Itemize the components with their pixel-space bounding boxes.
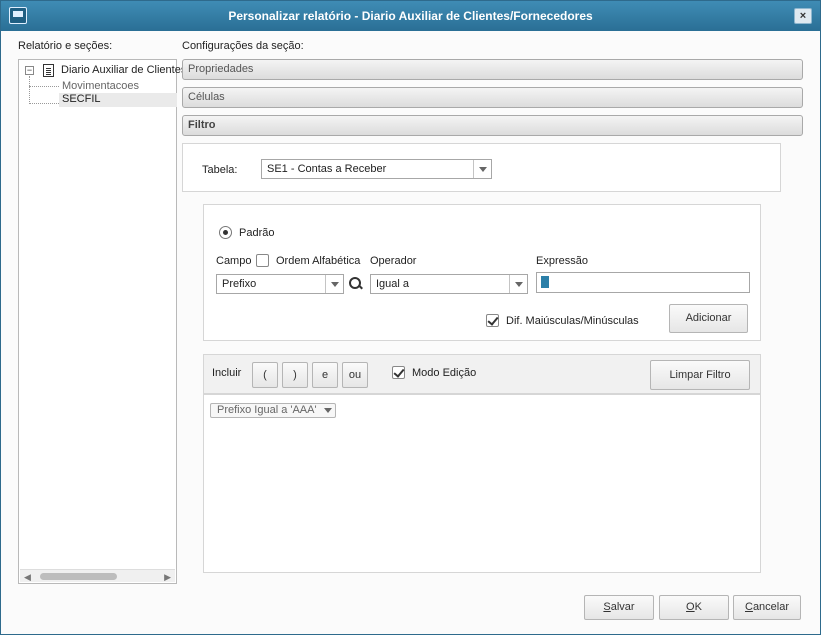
case-sensitive-label: Dif. Maiúsculas/Minúsculas [506, 315, 639, 327]
scroll-left-icon[interactable]: ◀ [24, 572, 31, 583]
table-panel: Tabela: SE1 - Contas a Receber [182, 143, 781, 192]
collapse-icon[interactable]: − [25, 66, 34, 75]
and-button[interactable]: e [312, 362, 338, 388]
scroll-thumb[interactable] [40, 573, 117, 580]
add-button[interactable]: Adicionar [669, 304, 748, 333]
save-button[interactable]: Salvar [584, 595, 654, 620]
clear-filter-button[interactable]: Limpar Filtro [650, 360, 750, 390]
cancel-button[interactable]: Cancelar [733, 595, 801, 620]
mode-label: Padrão [239, 227, 275, 239]
text-cursor [541, 276, 549, 288]
section-propriedades[interactable]: Propriedades [182, 59, 803, 80]
sections-tree-label: Relatório e seções: [18, 40, 113, 52]
filter-condition-chip[interactable]: Prefixo Igual a 'AAA' [210, 403, 336, 418]
alpha-order-checkbox[interactable] [256, 254, 269, 267]
operator-select[interactable]: Igual a [370, 274, 528, 294]
table-select-value: SE1 - Contas a Receber [267, 163, 387, 175]
search-icon[interactable] [349, 277, 363, 291]
tree-connector [29, 103, 59, 104]
include-label: Incluir [212, 367, 242, 379]
table-select[interactable]: SE1 - Contas a Receber [261, 159, 492, 179]
open-paren-button[interactable]: ( [252, 362, 278, 388]
expression-label: Expressão [536, 255, 588, 267]
filter-toolbar: Incluir ( ) e ou Modo Edição Limpar Filt… [203, 354, 761, 394]
tree-item-movimentacoes[interactable]: Movimentacoes [62, 80, 139, 92]
criteria-panel: Padrão Campo Ordem Alfabética Operador E… [203, 204, 761, 341]
filter-expression-area[interactable]: Prefixo Igual a 'AAA' [203, 394, 761, 573]
alpha-order-label: Ordem Alfabética [276, 255, 361, 267]
tree-item-root[interactable]: Diario Auxiliar de Clientes [61, 64, 186, 76]
operator-label: Operador [370, 255, 417, 267]
table-label: Tabela: [202, 164, 238, 176]
scroll-right-icon[interactable]: ▶ [164, 572, 171, 583]
window-title: Personalizar relatório - Diario Auxiliar… [228, 9, 593, 23]
tree-connector [29, 86, 59, 87]
field-select-value: Prefixo [222, 278, 257, 290]
chevron-down-icon[interactable] [324, 408, 332, 413]
filter-condition-text: Prefixo Igual a 'AAA' [217, 404, 317, 416]
field-select[interactable]: Prefixo [216, 274, 344, 294]
section-celulas[interactable]: Células [182, 87, 803, 108]
field-label: Campo [216, 255, 252, 267]
section-config-label: Configurações da seção: [182, 40, 304, 52]
section-filtro[interactable]: Filtro [182, 115, 803, 136]
tree-connector [29, 76, 30, 104]
operator-select-value: Igual a [376, 278, 410, 290]
expression-input[interactable] [536, 272, 750, 293]
horizontal-scrollbar[interactable]: ◀ ▶ [20, 569, 175, 582]
mode-radio-padrao[interactable] [219, 226, 232, 239]
case-sensitive-checkbox[interactable] [486, 314, 499, 327]
tree-item-secfil[interactable]: SECFIL [59, 93, 177, 107]
sections-tree[interactable]: − Diario Auxiliar de Clientes Movimentac… [18, 59, 186, 584]
edit-mode-checkbox[interactable] [392, 366, 405, 379]
chevron-down-icon[interactable] [509, 275, 527, 293]
app-window-icon [9, 7, 27, 24]
ok-button[interactable]: OK [659, 595, 729, 620]
dialog-window: Personalizar relatório - Diario Auxiliar… [0, 0, 821, 635]
close-button[interactable]: × [794, 8, 812, 24]
chevron-down-icon[interactable] [325, 275, 343, 293]
close-paren-button[interactable]: ) [282, 362, 308, 388]
document-icon [43, 64, 54, 77]
chevron-down-icon[interactable] [473, 160, 491, 178]
edit-mode-label: Modo Edição [412, 367, 477, 379]
title-bar[interactable]: Personalizar relatório - Diario Auxiliar… [1, 1, 820, 31]
or-button[interactable]: ou [342, 362, 368, 388]
